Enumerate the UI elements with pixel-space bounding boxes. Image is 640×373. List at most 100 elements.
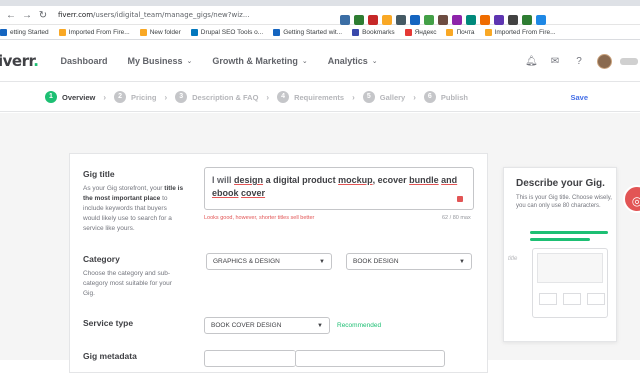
bookmark-item[interactable]: New folder: [139, 28, 181, 36]
title-word: cover: [241, 188, 266, 198]
category-help: Choose the category and sub-category mos…: [83, 270, 172, 297]
extension-icon[interactable]: [536, 15, 546, 25]
caret-down-icon: ▼: [459, 258, 465, 265]
gig-preview-illustration: [532, 248, 608, 318]
site-header: iverr. Dashboard My Business ⌄ Growth & M…: [0, 41, 640, 82]
metadata-tab[interactable]: [204, 350, 296, 367]
grammar-check-icon[interactable]: [457, 196, 463, 202]
step-number: 3: [175, 91, 188, 103]
bookmark-label: New folder: [149, 28, 181, 36]
step-publish[interactable]: 6 Publish: [423, 91, 468, 103]
extension-icon[interactable]: [424, 15, 434, 25]
fiverr-logo[interactable]: iverr.: [0, 52, 39, 70]
illustration-box: [587, 293, 605, 305]
select-value: BOOK COVER DESIGN: [211, 322, 282, 329]
extension-icon[interactable]: [396, 15, 406, 25]
extension-icon[interactable]: [340, 15, 350, 25]
folder-icon: [484, 28, 492, 36]
bookmark-label: Яндекс: [414, 28, 437, 36]
title-word: mockup: [338, 175, 373, 185]
save-button[interactable]: Save: [570, 93, 588, 102]
help-text: As your Gig storefront, your: [83, 185, 165, 192]
tip-title: Describe your Gig.: [516, 178, 605, 189]
step-number: 5: [362, 91, 375, 103]
menu-dashboard[interactable]: Dashboard: [60, 56, 107, 66]
chevron-right-icon: ›: [103, 92, 107, 102]
browser-address-bar[interactable]: ← → ↻ fiverr.com/users/idigital_team/man…: [0, 6, 640, 25]
menu-analytics[interactable]: Analytics ⌄: [328, 56, 378, 66]
chevron-right-icon: ›: [413, 92, 416, 102]
category-label: Category: [83, 254, 120, 264]
extension-icon[interactable]: [368, 15, 378, 25]
bookmark-label: Imported From Fire...: [68, 28, 130, 36]
tip-text: This is your Gig title. Choose wisely, y…: [516, 195, 612, 209]
back-icon[interactable]: ←: [6, 10, 16, 21]
step-gallery[interactable]: 5 Gallery ›: [362, 91, 424, 103]
bell-icon[interactable]: 🔔︎: [525, 56, 538, 68]
title-word: , ecover: [372, 175, 407, 185]
service-type-select[interactable]: BOOK COVER DESIGN ▼: [204, 317, 330, 334]
metadata-panel: [295, 350, 445, 367]
extension-icon[interactable]: [452, 15, 462, 25]
extension-icon[interactable]: [494, 15, 504, 25]
bookmark-label: Bookmarks: [362, 28, 395, 36]
bookmark-item[interactable]: Яндекс: [404, 28, 437, 36]
bookmark-label: Getting Started wit...: [283, 28, 343, 36]
bookmark-item[interactable]: etting Started: [0, 28, 49, 36]
yandex-icon: [404, 28, 412, 36]
step-number: 6: [423, 91, 436, 103]
url-text[interactable]: fiverr.com/users/idigital_team/manage_gi…: [58, 11, 250, 19]
gig-title-input[interactable]: I will design a digital product mockup, …: [204, 167, 474, 210]
service-type-label: Service type: [83, 318, 134, 328]
step-description-faq[interactable]: 3 Description & FAQ ›: [175, 91, 277, 103]
gig-wizard-steps: 1 Overview › 2 Pricing › 3 Description & FAQ ›…: [0, 83, 640, 112]
extension-icon[interactable]: [522, 15, 532, 25]
bookmark-item[interactable]: Getting Started wit...: [273, 28, 343, 36]
select-value: GRAPHICS & DESIGN: [213, 258, 280, 265]
bookmark-item[interactable]: Drupal SEO Tools o...: [190, 28, 264, 36]
step-overview[interactable]: 1 Overview ›: [45, 91, 114, 103]
main-menu: Dashboard My Business ⌄ Growth & Marketin…: [60, 56, 397, 66]
bookmark-item[interactable]: Почта: [446, 28, 475, 36]
bookmark-label: Почта: [456, 28, 475, 36]
mail-icon[interactable]: ✉: [549, 56, 561, 68]
illustration-label: title: [508, 256, 518, 262]
recommended-badge: Recommended: [337, 322, 382, 329]
forward-icon[interactable]: →: [22, 10, 32, 21]
extension-icon[interactable]: [466, 15, 476, 25]
gig-title-help: As your Gig storefront, your title is th…: [83, 184, 185, 234]
extension-icon[interactable]: [354, 15, 364, 25]
help-icon[interactable]: ?: [573, 56, 585, 68]
title-word: a digital product: [265, 175, 336, 185]
title-hint: Looks good, however, shorter titles sell…: [204, 215, 315, 221]
bookmark-label: Drupal SEO Tools o...: [200, 28, 264, 36]
extension-icon[interactable]: [382, 15, 392, 25]
step-number: 4: [277, 91, 290, 103]
category-select[interactable]: GRAPHICS & DESIGN ▼: [206, 253, 332, 270]
bookmark-item[interactable]: Imported From Fire...: [58, 28, 130, 36]
menu-my-business[interactable]: My Business ⌄: [127, 56, 192, 66]
chevron-right-icon: ›: [266, 92, 270, 102]
step-label: Description & FAQ: [192, 92, 259, 102]
reload-icon[interactable]: ↻: [38, 10, 48, 21]
step-requirements[interactable]: 4 Requirements ›: [277, 91, 363, 103]
extension-icon[interactable]: [438, 15, 448, 25]
bookmark-item[interactable]: Bookmarks: [352, 28, 395, 36]
subcategory-select[interactable]: BOOK DESIGN ▼: [346, 253, 472, 270]
extension-icon[interactable]: [508, 15, 518, 25]
url-host: fiverr.com: [58, 11, 94, 19]
step-pricing[interactable]: 2 Pricing ›: [114, 91, 175, 103]
title-word: ebook: [212, 188, 239, 198]
step-label: Pricing: [131, 92, 157, 102]
bookmark-item[interactable]: Imported From Fire...: [484, 28, 556, 36]
extension-icon[interactable]: [480, 15, 490, 25]
folder-icon: [139, 28, 147, 36]
avatar[interactable]: [597, 54, 612, 69]
step-label: Gallery: [379, 92, 406, 102]
mail-icon: [446, 28, 454, 36]
menu-growth-marketing[interactable]: Growth & Marketing ⌄: [212, 56, 307, 66]
title-char-counter: 62 / 80 max: [442, 215, 471, 221]
extension-icon[interactable]: [410, 15, 420, 25]
tip-card: Describe your Gig. This is your Gig titl…: [503, 167, 617, 342]
chevron-down-icon: ⌄: [301, 58, 308, 65]
